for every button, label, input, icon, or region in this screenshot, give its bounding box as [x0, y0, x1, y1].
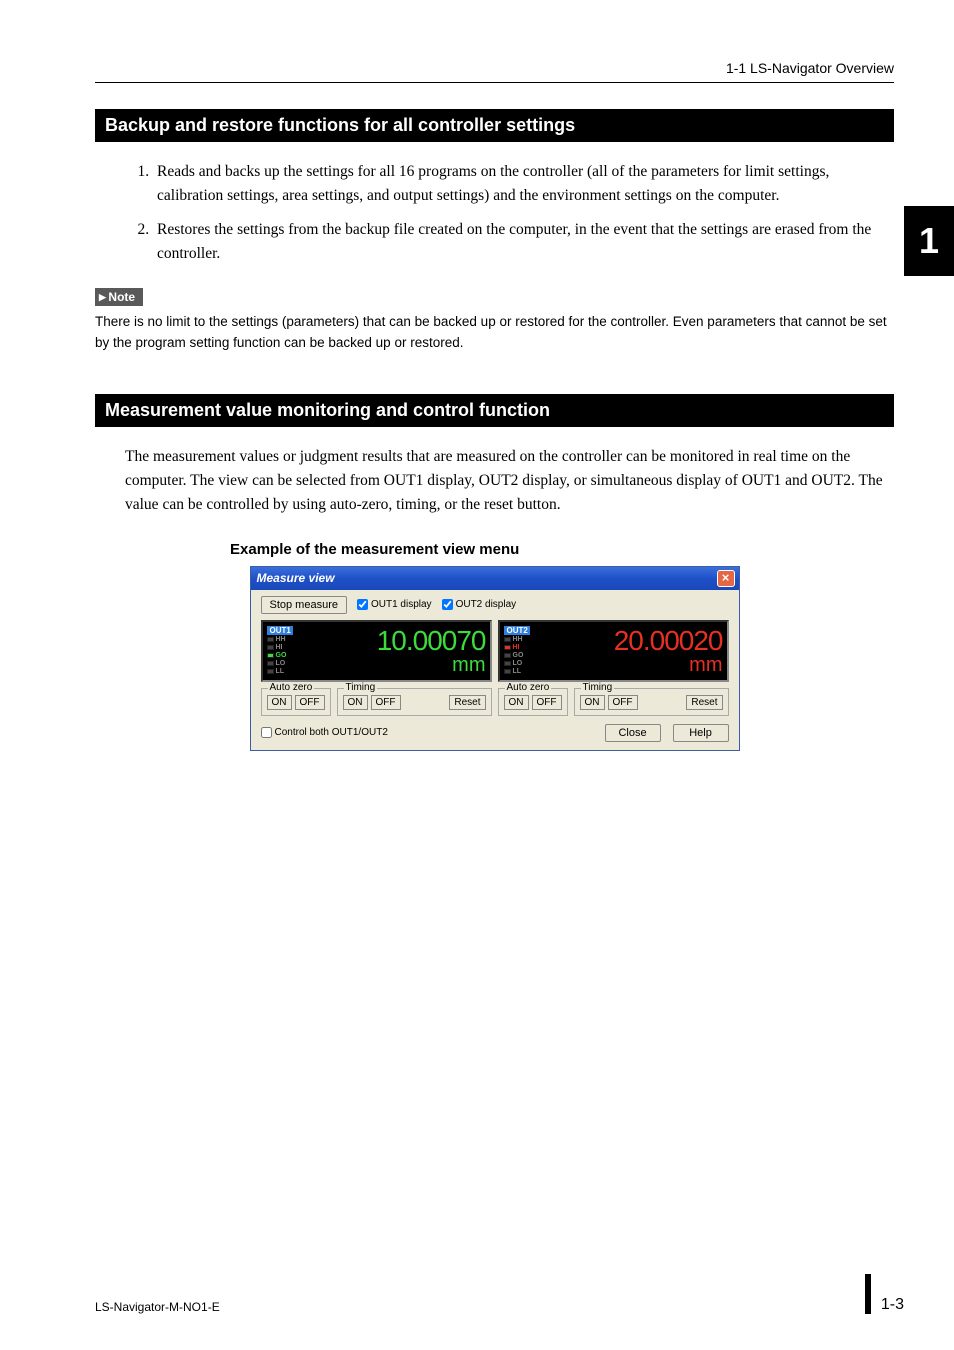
section-title-backup: Backup and restore functions for all con…: [95, 109, 894, 142]
out2-timing-group: Timing ON OFF Reset: [574, 688, 729, 716]
figure-caption: Example of the measurement view menu: [230, 541, 894, 558]
list-item: Restores the settings from the backup fi…: [153, 218, 884, 266]
section2-paragraph: The measurement values or judgment resul…: [125, 445, 884, 517]
dialog-titlebar[interactable]: Measure view ×: [251, 567, 739, 590]
out1-readout: OUT1 HH HI GO LO LL 10.00070 mm: [261, 620, 492, 682]
out2-readout: OUT2 HH HI GO LO LL 20.00020 mm: [498, 620, 729, 682]
out1-value: 10.00070: [377, 627, 486, 655]
out2-autozero-on[interactable]: ON: [504, 695, 529, 710]
section1-body: Reads and backs up the settings for all …: [125, 160, 884, 266]
out1-unit: mm: [452, 655, 485, 675]
control-both-checkbox[interactable]: Control both OUT1/OUT2: [261, 727, 388, 738]
note-text: There is no limit to the settings (param…: [95, 312, 894, 354]
page-number: 1-3: [881, 1296, 904, 1314]
page-header: 1-1 LS-Navigator Overview: [95, 60, 894, 83]
doc-id: LS-Navigator-M-NO1-E: [95, 1300, 220, 1314]
page-number-wrap: 1-3: [865, 1274, 904, 1314]
dialog-title: Measure view: [257, 571, 335, 585]
section2-body: The measurement values or judgment resul…: [125, 445, 884, 517]
out2-timing-off[interactable]: OFF: [608, 695, 638, 710]
out1-display-checkbox[interactable]: OUT1 display: [357, 599, 432, 610]
backup-list: Reads and backs up the settings for all …: [125, 160, 884, 266]
close-icon[interactable]: ×: [717, 570, 735, 587]
out2-unit: mm: [689, 655, 722, 675]
chapter-tab: 1: [904, 206, 954, 276]
out2-reset[interactable]: Reset: [686, 695, 722, 710]
stop-measure-button[interactable]: Stop measure: [261, 596, 347, 614]
out2-autozero-off[interactable]: OFF: [532, 695, 562, 710]
out2-value: 20.00020: [614, 627, 723, 655]
out2-display-checkbox[interactable]: OUT2 display: [442, 599, 517, 610]
help-button[interactable]: Help: [673, 724, 729, 742]
out1-autozero-group: Auto zero ON OFF: [261, 688, 331, 716]
close-button[interactable]: Close: [605, 724, 661, 742]
out2-label: OUT2: [504, 626, 530, 635]
out2-autozero-group: Auto zero ON OFF: [498, 688, 568, 716]
out1-autozero-on[interactable]: ON: [267, 695, 292, 710]
page-footer: LS-Navigator-M-NO1-E 1-3: [95, 1274, 904, 1314]
note-tag: Note: [95, 288, 143, 306]
list-item: Reads and backs up the settings for all …: [153, 160, 884, 208]
out1-autozero-off[interactable]: OFF: [295, 695, 325, 710]
out2-timing-on[interactable]: ON: [580, 695, 605, 710]
out1-label: OUT1: [267, 626, 293, 635]
section-title-measure: Measurement value monitoring and control…: [95, 394, 894, 427]
breadcrumb: 1-1 LS-Navigator Overview: [95, 60, 894, 76]
measure-view-dialog: Measure view × Stop measure OUT1 display…: [250, 566, 740, 751]
out1-timing-off[interactable]: OFF: [371, 695, 401, 710]
out1-timing-on[interactable]: ON: [343, 695, 368, 710]
out1-reset[interactable]: Reset: [449, 695, 485, 710]
out1-timing-group: Timing ON OFF Reset: [337, 688, 492, 716]
